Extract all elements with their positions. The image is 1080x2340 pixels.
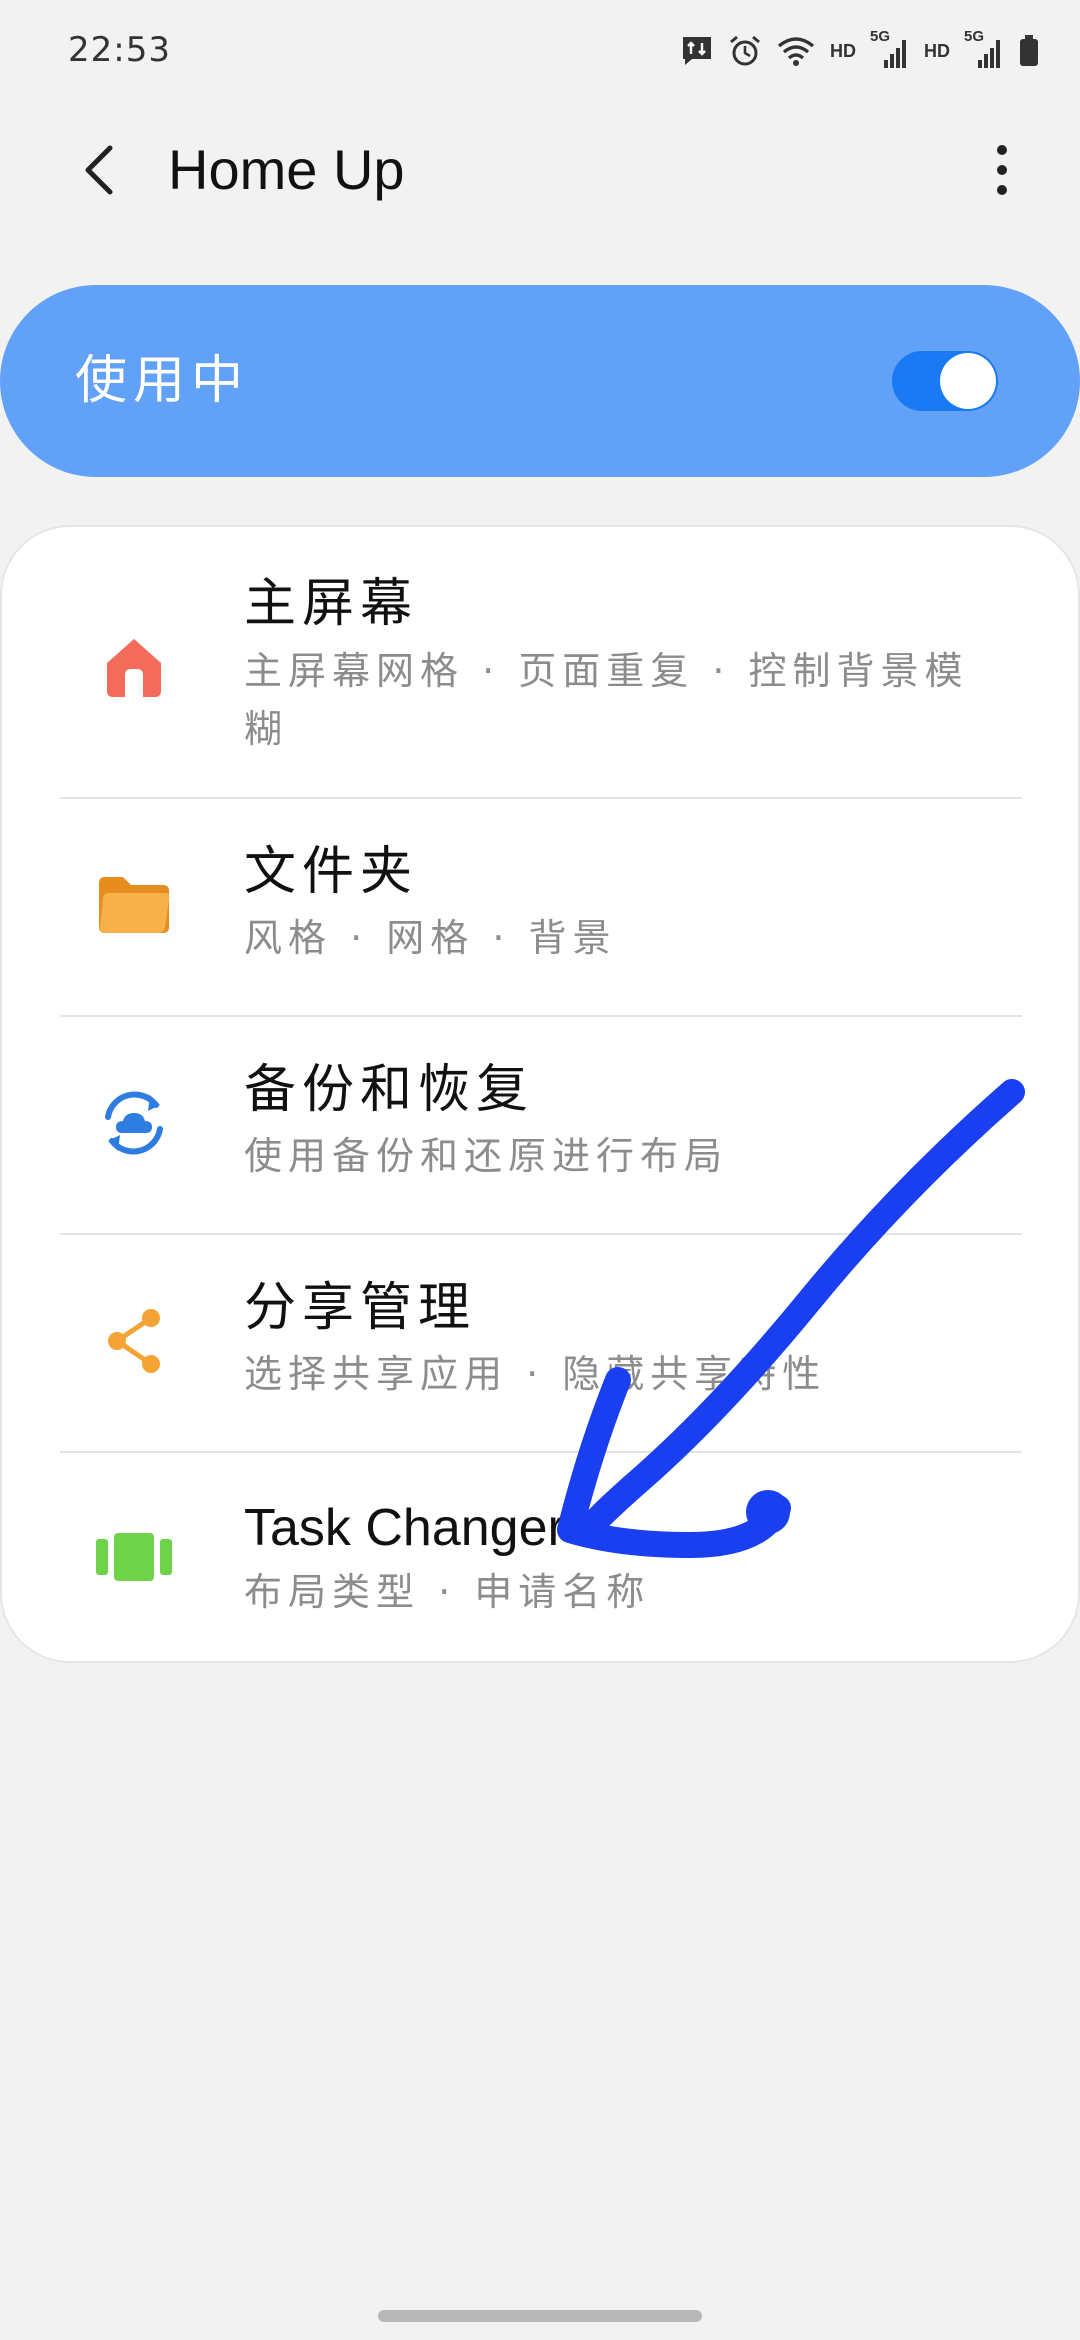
setting-home-screen[interactable]: 主屏幕 主屏幕网格 · 页面重复 · 控制背景模糊 xyxy=(2,527,1080,797)
app-bar: Home Up xyxy=(0,110,1080,230)
alarm-icon xyxy=(728,34,762,68)
folder-icon xyxy=(90,861,178,949)
wifi-icon xyxy=(776,34,816,68)
item-title: Task Changer xyxy=(244,1499,565,1557)
hd-label: HD xyxy=(830,40,856,61)
signal-icon: 5G xyxy=(964,28,1004,70)
hd-label: HD xyxy=(924,40,950,61)
item-title: 分享管理 xyxy=(244,1278,477,1338)
setting-folder[interactable]: 文件夹 风格 · 网格 · 背景 xyxy=(2,799,1080,1015)
item-subtitle: 风格 · 网格 · 背景 xyxy=(244,916,617,960)
back-button[interactable] xyxy=(60,132,136,208)
back-arrow-icon xyxy=(85,145,113,195)
toggle-knob xyxy=(940,353,996,409)
more-options-button[interactable] xyxy=(964,132,1040,208)
setting-share-management[interactable]: 分享管理 选择共享应用 · 隐藏共享特性 xyxy=(2,1235,1080,1451)
item-title: 文件夹 xyxy=(244,842,419,902)
item-subtitle: 选择共享应用 · 隐藏共享特性 xyxy=(244,1352,827,1396)
page-title: Home Up xyxy=(168,138,405,201)
item-title: 主屏幕 xyxy=(244,574,419,634)
master-toggle[interactable] xyxy=(892,351,998,411)
home-icon xyxy=(90,622,178,710)
task-changer-icon xyxy=(90,1513,178,1601)
status-icons: HD 5G HD 5G xyxy=(680,28,1040,70)
master-switch-label: 使用中 xyxy=(75,351,250,411)
more-vertical-icon xyxy=(997,145,1007,195)
item-subtitle: 使用备份和还原进行布局 xyxy=(244,1134,729,1178)
cloud-sync-icon xyxy=(90,1079,178,1167)
master-switch-bar[interactable]: 使用中 xyxy=(0,285,1080,477)
status-time: 22:53 xyxy=(68,30,171,70)
setting-backup-restore[interactable]: 备份和恢复 使用备份和还原进行布局 xyxy=(2,1017,1080,1233)
settings-list: 主屏幕 主屏幕网格 · 页面重复 · 控制背景模糊 文件夹 风格 · 网格 · … xyxy=(0,525,1080,1663)
item-subtitle: 布局类型 · 申请名称 xyxy=(244,1570,651,1614)
home-indicator[interactable] xyxy=(378,2310,702,2322)
share-icon xyxy=(90,1297,178,1385)
battery-icon xyxy=(1018,34,1040,68)
item-subtitle: 主屏幕网格 · 页面重复 · 控制背景模糊 xyxy=(244,649,969,751)
message-sync-icon xyxy=(680,34,714,68)
signal-icon: 5G xyxy=(870,28,910,70)
status-bar: 22:53 HD 5G HD 5G xyxy=(0,0,1080,100)
item-title: 备份和恢复 xyxy=(244,1060,535,1120)
setting-task-changer[interactable]: Task Changer 布局类型 · 申请名称 xyxy=(2,1453,1080,1663)
